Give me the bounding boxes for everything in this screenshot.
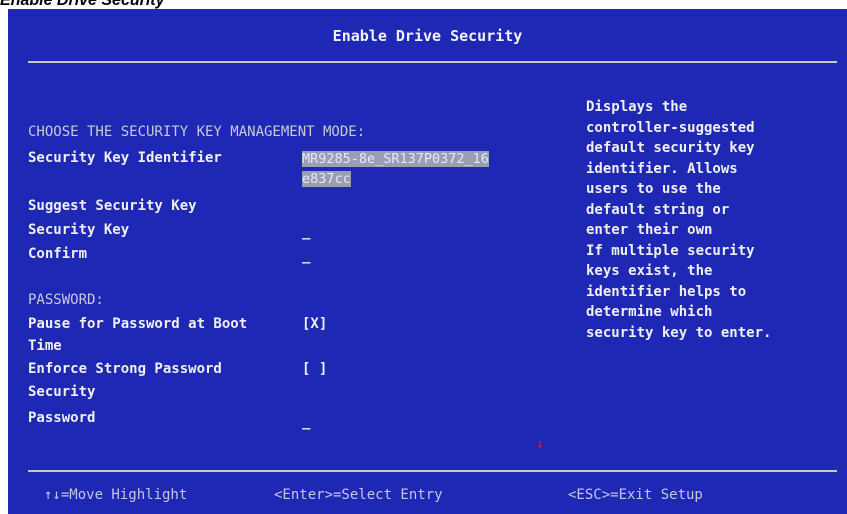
security-key-identifier-value-line2: e837cc <box>302 171 351 187</box>
help-line: security key to enter. <box>586 324 772 341</box>
footer-move-highlight-hint: ↑↓=Move Highlight <box>44 487 188 503</box>
pause-for-password-label-line1: Pause for Password at Boot <box>28 316 248 332</box>
help-line: enter their own <box>586 222 713 238</box>
help-panel: Displays the controller-suggested defaul… <box>586 97 836 343</box>
help-line: default string or <box>586 201 730 218</box>
help-line: identifier helps to <box>586 283 747 300</box>
help-line: controller-suggested <box>586 119 755 136</box>
help-line: users to use the <box>586 181 721 197</box>
security-key-identifier-value-line1: MR9285-8e_SR137P0372_16 <box>302 151 489 167</box>
password-label: Password <box>28 410 96 426</box>
confirm-label: Confirm <box>28 246 88 262</box>
help-line: identifier. Allows <box>586 160 738 177</box>
confirm-field[interactable]: _ <box>302 247 310 265</box>
bottom-divider <box>28 470 837 472</box>
help-line: determine which <box>586 304 713 320</box>
enforce-strong-password-label-line2: Security <box>28 384 96 400</box>
pause-for-password-checkbox[interactable]: [X] <box>302 315 327 333</box>
suggest-security-key-option[interactable]: Suggest Security Key <box>28 197 197 215</box>
security-key-label: Security Key <box>28 222 130 238</box>
key-management-section-heading: CHOOSE THE SECURITY KEY MANAGEMENT MODE: <box>28 124 366 140</box>
pause-for-password-label-line2: Time <box>28 338 62 354</box>
security-key-identifier-label: Security Key Identifier <box>28 150 222 166</box>
help-line: If multiple security <box>586 242 755 259</box>
enforce-strong-password-checkbox[interactable]: [ ] <box>302 360 327 378</box>
password-field[interactable]: _ <box>302 413 310 431</box>
screen-title: Enable Drive Security <box>332 27 523 45</box>
footer-exit-setup-hint: <ESC>=Exit Setup <box>568 487 703 503</box>
page-heading: Enable Drive Security <box>0 0 165 9</box>
scroll-down-icon: ↓ <box>536 437 544 452</box>
security-key-field[interactable]: _ <box>302 223 310 241</box>
help-line: keys exist, the <box>586 263 713 279</box>
footer-select-entry-hint: <Enter>=Select Entry <box>274 487 443 503</box>
help-line: default security key <box>586 140 755 156</box>
password-section-heading: PASSWORD: <box>28 292 104 308</box>
top-divider <box>28 61 837 63</box>
security-key-identifier-field[interactable]: MR9285-8e_SR137P0372_16 e837cc <box>302 149 536 189</box>
enforce-strong-password-label-line1: Enforce Strong Password <box>28 361 222 377</box>
bios-setup-screen: Enable Drive Security CHOOSE THE SECURIT… <box>8 9 847 514</box>
help-line: Displays the <box>586 99 688 115</box>
